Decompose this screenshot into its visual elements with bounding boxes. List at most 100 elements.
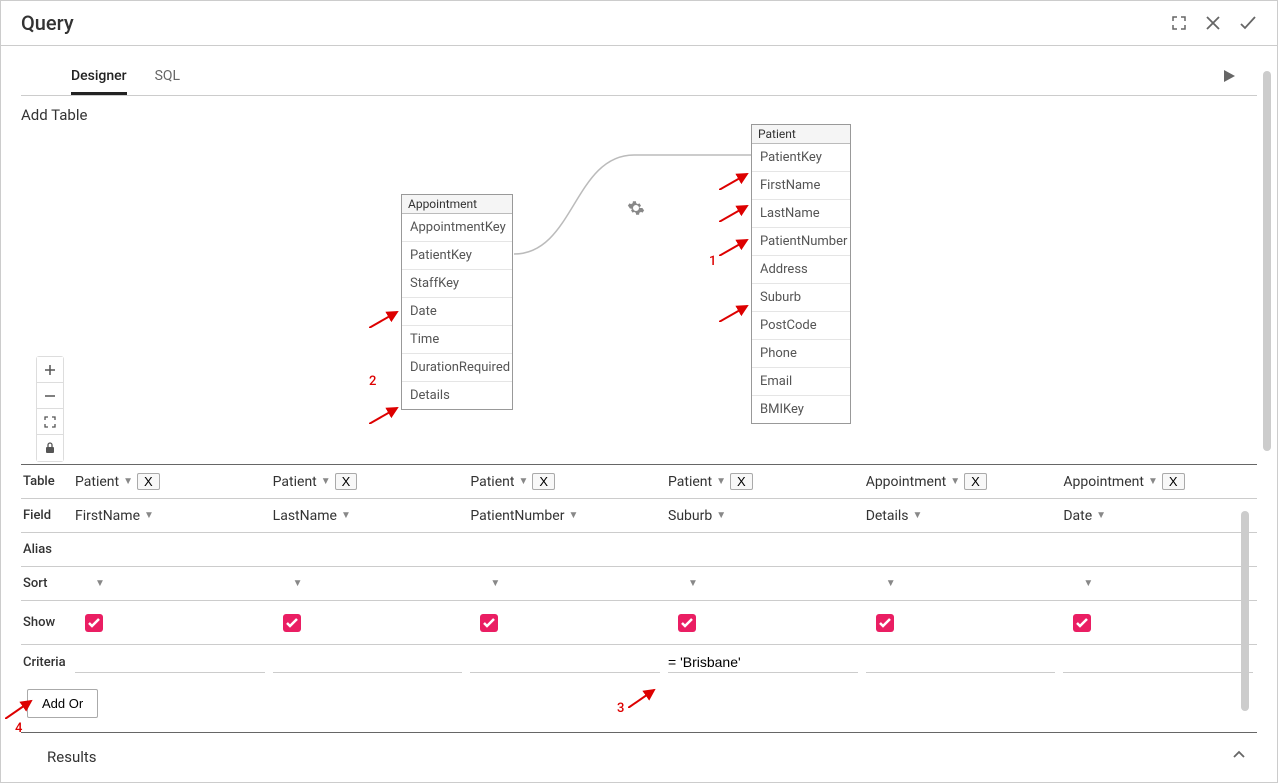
table-node-patient[interactable]: Patient PatientKey FirstName LastName Pa… <box>751 124 851 424</box>
show-checkbox[interactable] <box>1073 614 1091 632</box>
criteria-input[interactable] <box>470 652 660 673</box>
criteria-input[interactable] <box>668 652 858 673</box>
field-patientnumber[interactable]: PatientNumber <box>752 228 850 256</box>
fullscreen-icon[interactable] <box>1171 15 1187 31</box>
table-select[interactable]: Appointment▼ <box>866 472 960 492</box>
field-time[interactable]: Time <box>402 326 512 354</box>
alias-cell[interactable] <box>1059 547 1257 553</box>
gear-icon[interactable] <box>627 199 645 221</box>
tab-sql[interactable]: SQL <box>155 60 180 95</box>
field-cell: Date▼ <box>1059 503 1257 529</box>
field-select[interactable]: Details▼ <box>866 506 923 526</box>
table-cell: Appointment▼ X <box>1059 469 1257 495</box>
field-details[interactable]: Details <box>402 382 512 409</box>
show-checkbox[interactable] <box>876 614 894 632</box>
table-select[interactable]: Appointment▼ <box>1063 472 1157 492</box>
show-checkbox[interactable] <box>283 614 301 632</box>
table-cell: Patient▼X <box>269 469 467 495</box>
tab-designer[interactable]: Designer <box>71 60 127 95</box>
field-appointmentkey[interactable]: AppointmentKey <box>402 214 512 242</box>
field-postcode[interactable]: PostCode <box>752 312 850 340</box>
sort-cell[interactable]: ▼ <box>269 575 467 592</box>
field-firstname[interactable]: FirstName <box>752 172 850 200</box>
scrollbar[interactable] <box>1241 511 1249 711</box>
table-select[interactable]: Patient▼ <box>668 472 726 492</box>
add-table-label[interactable]: Add Table <box>1 96 1277 124</box>
remove-column-button[interactable]: X <box>964 473 987 490</box>
field-date[interactable]: Date <box>402 298 512 326</box>
table-cell: Patient▼X <box>466 469 664 495</box>
zoom-in-button[interactable] <box>37 357 63 383</box>
arrow-icon <box>369 308 401 328</box>
field-select[interactable]: FirstName▼ <box>75 506 154 526</box>
field-patientkey[interactable]: PatientKey <box>752 144 850 172</box>
sort-cell[interactable]: ▼ <box>862 575 1060 592</box>
zoom-out-button[interactable] <box>37 383 63 409</box>
criteria-input[interactable] <box>75 652 265 673</box>
alias-cell[interactable] <box>269 547 467 553</box>
remove-column-button[interactable]: X <box>1162 473 1185 490</box>
field-bmikey[interactable]: BMIKey <box>752 396 850 423</box>
alias-cell[interactable] <box>664 547 862 553</box>
row-label-table: Table <box>21 474 71 489</box>
remove-column-button[interactable]: X <box>532 473 555 490</box>
scrollbar[interactable] <box>1263 71 1271 451</box>
confirm-icon[interactable] <box>1239 14 1257 32</box>
field-select[interactable]: LastName▼ <box>273 506 351 526</box>
lock-icon[interactable] <box>37 435 63 461</box>
criteria-input[interactable] <box>866 652 1056 673</box>
run-icon[interactable] <box>1221 68 1237 88</box>
field-patientkey[interactable]: PatientKey <box>402 242 512 270</box>
alias-cell[interactable] <box>71 547 269 553</box>
table-select[interactable]: Patient▼ <box>75 472 133 492</box>
field-durationrequired[interactable]: DurationRequired <box>402 354 512 382</box>
alias-cell[interactable] <box>862 547 1060 553</box>
criteria-input[interactable] <box>273 652 463 673</box>
remove-column-button[interactable]: X <box>335 473 358 490</box>
field-cell: PatientNumber▼ <box>466 503 664 529</box>
designer-canvas[interactable]: Appointment AppointmentKey PatientKey St… <box>21 124 1257 464</box>
row-label-alias: Alias <box>21 542 71 557</box>
chevron-up-icon[interactable] <box>1231 747 1247 767</box>
field-staffkey[interactable]: StaffKey <box>402 270 512 298</box>
alias-cell[interactable] <box>466 547 664 553</box>
annotation-4: 4 <box>15 721 22 736</box>
row-label-sort: Sort <box>21 576 71 591</box>
grid-row-table: Table Patient▼X Patient▼X Patient▼X Pati… <box>21 465 1257 499</box>
zoom-fit-button[interactable] <box>37 409 63 435</box>
sort-cell[interactable]: ▼ <box>466 575 664 592</box>
criteria-input[interactable] <box>1063 652 1253 673</box>
chevron-down-icon: ▼ <box>293 578 303 589</box>
show-checkbox[interactable] <box>85 614 103 632</box>
table-select[interactable]: Patient▼ <box>470 472 528 492</box>
arrow-icon <box>719 236 751 256</box>
table-node-appointment[interactable]: Appointment AppointmentKey PatientKey St… <box>401 194 513 410</box>
remove-column-button[interactable]: X <box>730 473 753 490</box>
show-checkbox[interactable] <box>480 614 498 632</box>
show-checkbox[interactable] <box>678 614 696 632</box>
field-suburb[interactable]: Suburb <box>752 284 850 312</box>
field-select[interactable]: Date▼ <box>1063 506 1106 526</box>
row-label-field: Field <box>21 508 71 523</box>
results-panel[interactable]: Results <box>21 732 1257 781</box>
field-cell: LastName▼ <box>269 503 467 529</box>
show-cell <box>269 611 467 635</box>
criteria-cell <box>664 649 862 676</box>
criteria-cell <box>1059 649 1257 676</box>
query-grid: Table Patient▼X Patient▼X Patient▼X Pati… <box>21 464 1257 728</box>
field-address[interactable]: Address <box>752 256 850 284</box>
field-select[interactable]: PatientNumber▼ <box>470 506 578 526</box>
annotation-1: 1 <box>709 254 716 269</box>
field-select[interactable]: Suburb▼ <box>668 506 726 526</box>
sort-cell[interactable]: ▼ <box>71 575 269 592</box>
field-email[interactable]: Email <box>752 368 850 396</box>
field-lastname[interactable]: LastName <box>752 200 850 228</box>
remove-column-button[interactable]: X <box>137 473 160 490</box>
add-or-button[interactable]: Add Or <box>27 689 98 718</box>
field-phone[interactable]: Phone <box>752 340 850 368</box>
table-cell: Patient▼X <box>71 469 269 495</box>
sort-cell[interactable]: ▼ <box>1059 575 1257 592</box>
table-select[interactable]: Patient▼ <box>273 472 331 492</box>
close-icon[interactable] <box>1205 15 1221 31</box>
sort-cell[interactable]: ▼ <box>664 575 862 592</box>
